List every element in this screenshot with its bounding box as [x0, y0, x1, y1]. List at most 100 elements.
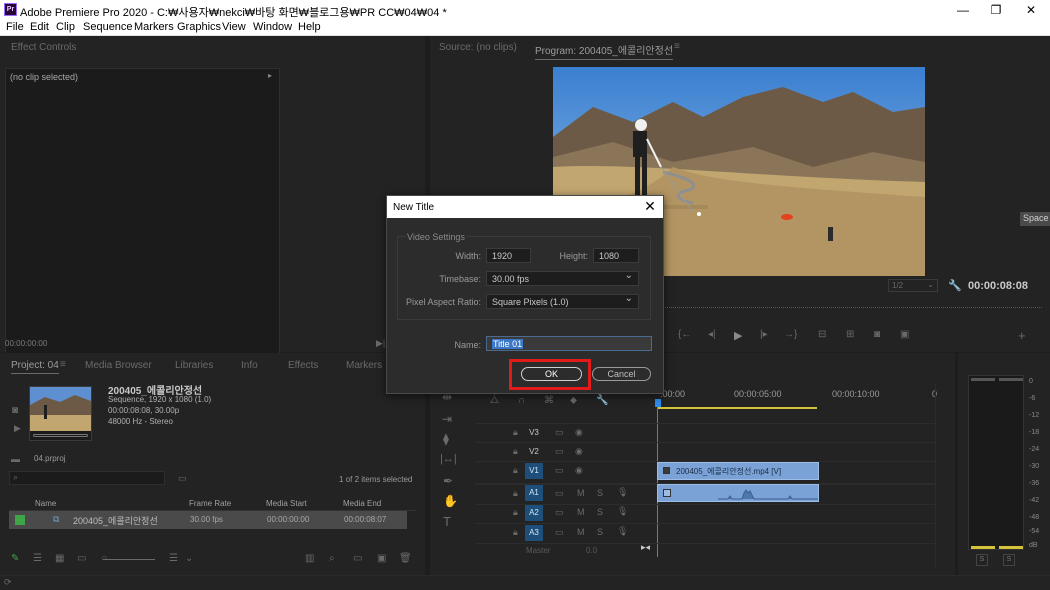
wrench-icon[interactable]: 🔧 — [596, 395, 608, 406]
new-bin-icon[interactable]: ▭ — [353, 553, 362, 564]
automate-to-sequence-icon[interactable]: ▥ — [305, 553, 314, 564]
compare-icon[interactable]: ▣ — [900, 329, 909, 340]
lock-icon[interactable]: 🔒︎ — [513, 446, 518, 457]
tab-program[interactable]: Program: 200405_에콜리안정선 — [535, 42, 674, 60]
lock-icon[interactable]: 🔒︎ — [513, 488, 518, 499]
workspace-label[interactable]: Space — [1020, 212, 1050, 226]
track-v1-label[interactable]: V1 — [525, 463, 543, 479]
timeline-scrollbar[interactable] — [935, 383, 936, 568]
razor-tool-icon[interactable]: ⧫ — [443, 432, 449, 446]
label-color-swatch[interactable] — [15, 515, 25, 525]
icon-view-icon[interactable]: ▦ — [55, 553, 64, 564]
sync-lock-icon[interactable]: ▭ — [555, 507, 564, 518]
play-thumbnail-icon[interactable]: ▶ — [14, 423, 21, 434]
lock-icon[interactable]: 🔒︎ — [513, 527, 518, 538]
menu-edit[interactable]: Edit — [30, 21, 49, 33]
trash-icon[interactable]: 🗑 — [399, 553, 412, 564]
menu-window[interactable]: Window — [253, 21, 292, 33]
close-window-button[interactable]: ✕ — [1016, 2, 1046, 18]
play-only-icon[interactable]: ▸ — [268, 71, 272, 80]
solo-icon[interactable]: S — [597, 488, 603, 498]
extract-icon[interactable]: ⊞ — [846, 329, 854, 340]
project-search-input[interactable]: ⌕ — [9, 471, 165, 485]
slip-tool-icon[interactable]: |↔| — [440, 453, 457, 465]
type-tool-icon[interactable]: T — [443, 514, 451, 529]
dialog-close-button[interactable]: ✕ — [643, 199, 657, 213]
menu-sequence[interactable]: Sequence — [83, 21, 133, 33]
new-bin-icon[interactable]: ▭ — [178, 473, 187, 484]
menu-file[interactable]: File — [6, 21, 24, 33]
column-frame-rate[interactable]: Frame Rate — [189, 499, 231, 508]
lift-icon[interactable]: ⊟ — [818, 329, 826, 340]
eye-icon[interactable]: ◉ — [575, 465, 583, 476]
lock-icon[interactable]: 🔒︎ — [513, 427, 518, 438]
audio-clip[interactable] — [657, 484, 819, 502]
find-icon[interactable]: ⌕ — [329, 553, 335, 564]
minimize-button[interactable]: — — [948, 2, 978, 18]
tab-effect-controls[interactable]: Effect Controls — [11, 42, 76, 53]
solo-icon[interactable]: S — [597, 527, 603, 537]
zoom-slider[interactable] — [103, 559, 155, 560]
program-time-ruler[interactable] — [662, 302, 1042, 308]
video-clip[interactable]: 200405_에콜리안정선.mp4 [V] — [657, 462, 819, 480]
step-back-icon[interactable]: ◂| — [708, 329, 716, 340]
track-v2-label[interactable]: V2 — [525, 444, 543, 460]
thumbnail-scrubber[interactable] — [33, 434, 88, 437]
pencil-icon[interactable]: ✎ — [11, 553, 19, 564]
menu-view[interactable]: View — [222, 21, 246, 33]
microphone-icon[interactable]: 🎙︎ — [617, 526, 628, 537]
mark-in-icon[interactable]: {← — [678, 329, 691, 340]
column-media-end[interactable]: Media End — [343, 499, 381, 508]
mute-icon[interactable]: M — [577, 527, 585, 537]
step-forward-icon[interactable]: |▸ — [760, 329, 768, 340]
chevron-down-icon[interactable]: ⌄ — [185, 553, 193, 564]
solo-left-button[interactable]: S — [976, 554, 988, 566]
camera-icon[interactable]: ◙ — [12, 405, 18, 416]
sync-lock-icon[interactable]: ▭ — [555, 488, 564, 499]
solo-icon[interactable]: S — [597, 507, 603, 517]
column-name[interactable]: Name — [35, 499, 56, 508]
restore-button[interactable]: ❐ — [981, 2, 1011, 18]
wrench-icon[interactable]: 🔧 — [948, 279, 962, 292]
panel-menu-icon[interactable]: ≡ — [674, 41, 680, 52]
menu-markers[interactable]: Markers — [134, 21, 174, 33]
pen-tool-icon[interactable]: ✒ — [443, 474, 453, 488]
tab-source[interactable]: Source: (no clips) — [439, 42, 517, 53]
eye-icon[interactable]: ◉ — [575, 427, 583, 438]
sync-lock-icon[interactable]: ▭ — [555, 465, 564, 476]
sync-lock-icon[interactable]: ▭ — [555, 527, 564, 538]
zoom-select[interactable]: 1/2 ⌄ — [888, 279, 938, 292]
track-a3-label[interactable]: A3 — [525, 525, 543, 541]
tab-effects[interactable]: Effects — [288, 360, 318, 371]
camera-icon[interactable]: ◙ — [874, 329, 880, 340]
program-timecode[interactable]: 00:00:08:08 — [968, 280, 1028, 292]
playhead-line[interactable] — [657, 407, 658, 557]
sort-icon[interactable]: ☰ — [169, 553, 178, 564]
list-view-icon[interactable]: ☰ — [33, 553, 42, 564]
timebase-select[interactable]: 30.00 fps — [486, 270, 639, 286]
tab-markers[interactable]: Markers — [346, 360, 382, 371]
work-area-bar[interactable] — [657, 407, 817, 409]
zoom-slider-handle[interactable]: ○ — [101, 553, 107, 564]
linked-selection-icon[interactable]: ⌘ — [544, 395, 554, 406]
height-input[interactable]: 1080 — [593, 248, 639, 263]
tab-project[interactable]: Project: 04 — [11, 360, 59, 374]
cancel-button[interactable]: Cancel — [592, 367, 651, 381]
freeform-view-icon[interactable]: ▭ — [77, 553, 86, 564]
effect-timecode[interactable]: 00:00:00:00 — [5, 339, 47, 348]
status-icon[interactable]: ⟳ — [4, 577, 12, 588]
width-input[interactable]: 1920 — [486, 248, 531, 263]
menu-clip[interactable]: Clip — [56, 21, 75, 33]
lock-icon[interactable]: 🔒︎ — [513, 507, 518, 518]
mute-icon[interactable]: M — [577, 488, 585, 498]
column-media-start[interactable]: Media Start — [266, 499, 307, 508]
name-input[interactable]: Title 01 — [486, 336, 652, 351]
eye-icon[interactable]: ◉ — [575, 446, 583, 457]
table-row[interactable]: ⧉ 200405_에콜리안정선 30.00 fps 00:00:00:00 00… — [9, 511, 407, 529]
add-button-icon[interactable]: + — [1018, 328, 1026, 343]
track-a1-label[interactable]: A1 — [525, 485, 543, 501]
new-item-icon[interactable]: ▣ — [377, 553, 386, 564]
go-to-out-icon[interactable]: →} — [784, 329, 797, 340]
track-a2-label[interactable]: A2 — [525, 505, 543, 521]
track-select-tool-icon[interactable]: ⇥ — [442, 412, 452, 426]
